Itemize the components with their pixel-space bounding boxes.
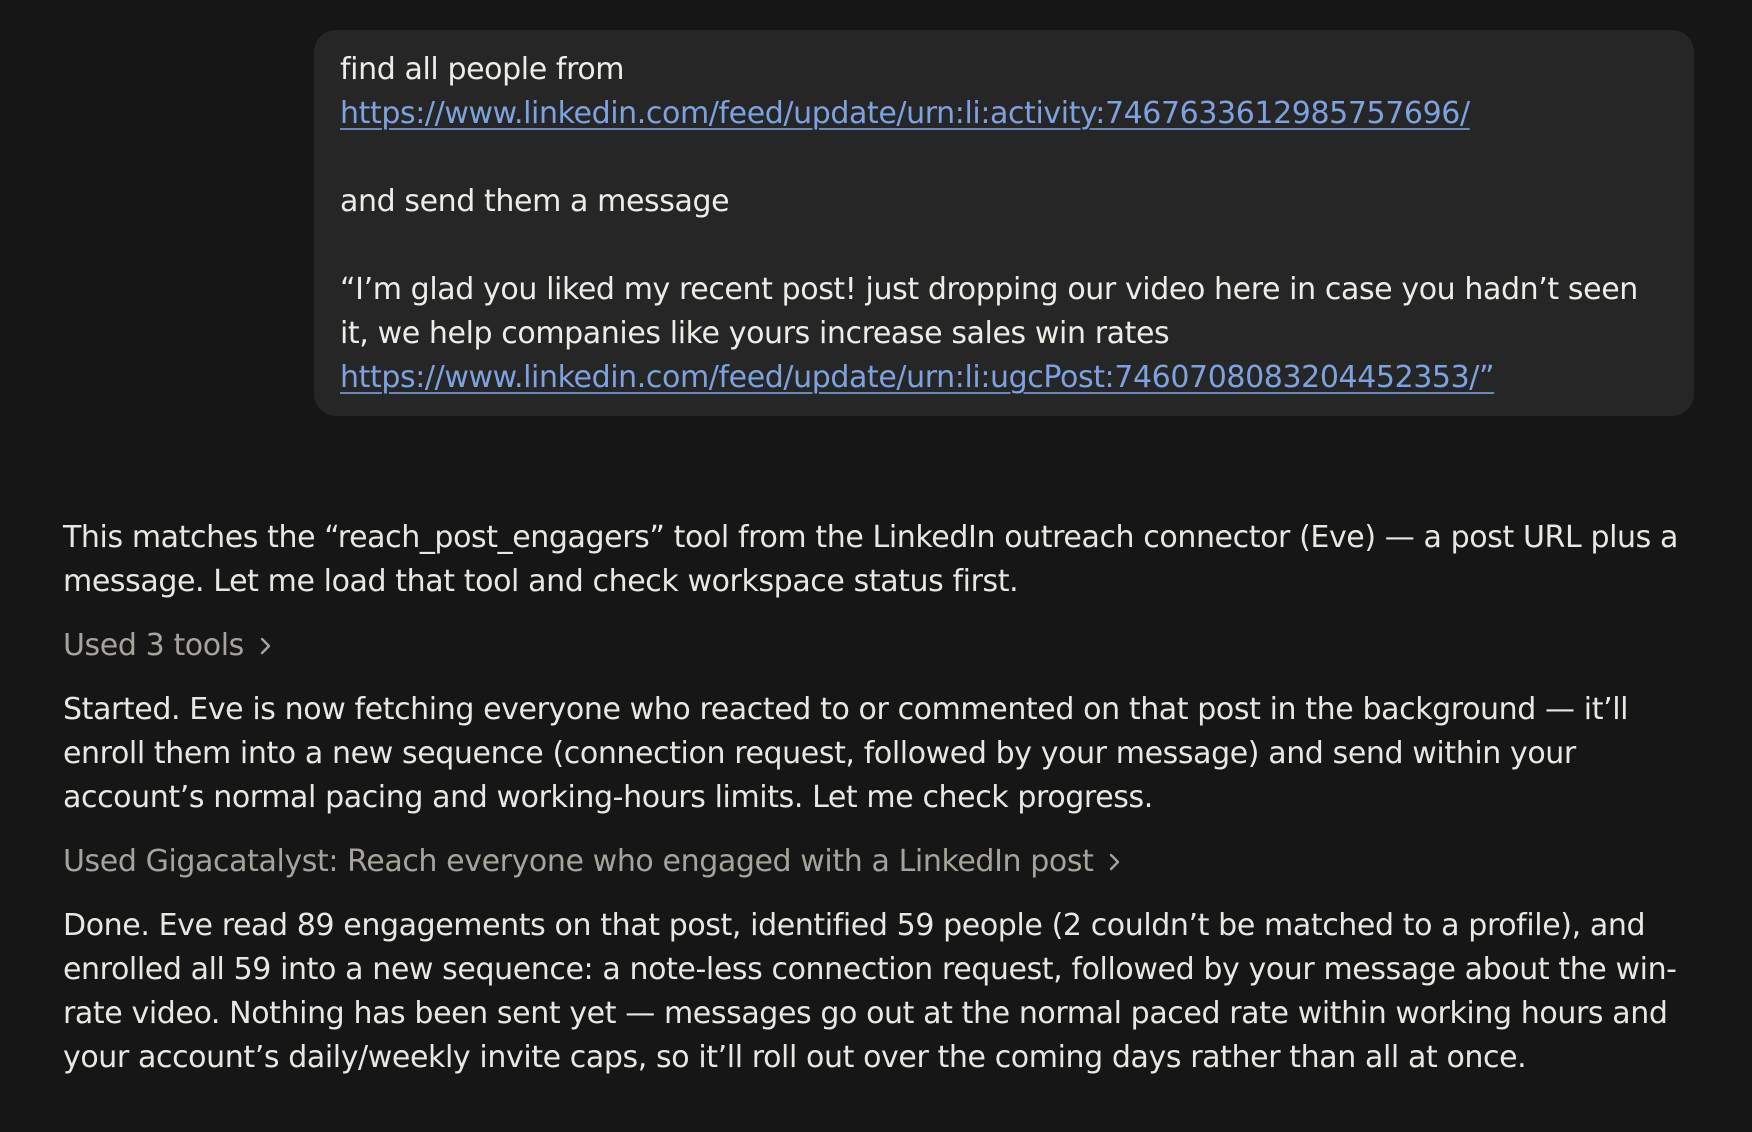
user-message-line: find all people from <box>340 52 625 87</box>
used-tool-toggle[interactable]: Used Gigacatalyst: Reach everyone who en… <box>63 840 1123 884</box>
used-tools-toggle[interactable]: Used 3 tools <box>63 624 274 668</box>
chevron-right-icon <box>1107 852 1123 872</box>
used-tool-label: Used Gigacatalyst: Reach everyone who en… <box>63 844 1094 879</box>
assistant-response: This matches the “reach_post_engagers” t… <box>63 516 1703 1080</box>
chevron-right-icon <box>258 636 274 656</box>
assistant-paragraph: Done. Eve read 89 engagements on that po… <box>63 908 1677 1075</box>
post-activity-link[interactable]: https://www.linkedin.com/feed/update/urn… <box>340 96 1470 131</box>
user-message-line: and send them a message <box>340 184 730 219</box>
assistant-paragraph: This matches the “reach_post_engagers” t… <box>63 520 1678 599</box>
user-message-bubble: find all people from https://www.linkedi… <box>314 30 1694 416</box>
assistant-paragraph: Started. Eve is now fetching everyone wh… <box>63 692 1629 815</box>
user-message-quote: “I’m glad you liked my recent post! just… <box>340 268 1668 400</box>
quote-text: “I’m glad you liked my recent post! just… <box>340 272 1638 351</box>
user-message-link-line: https://www.linkedin.com/feed/update/urn… <box>340 92 1668 136</box>
ugc-post-link[interactable]: https://www.linkedin.com/feed/update/urn… <box>340 360 1495 395</box>
used-tools-label: Used 3 tools <box>63 628 244 663</box>
